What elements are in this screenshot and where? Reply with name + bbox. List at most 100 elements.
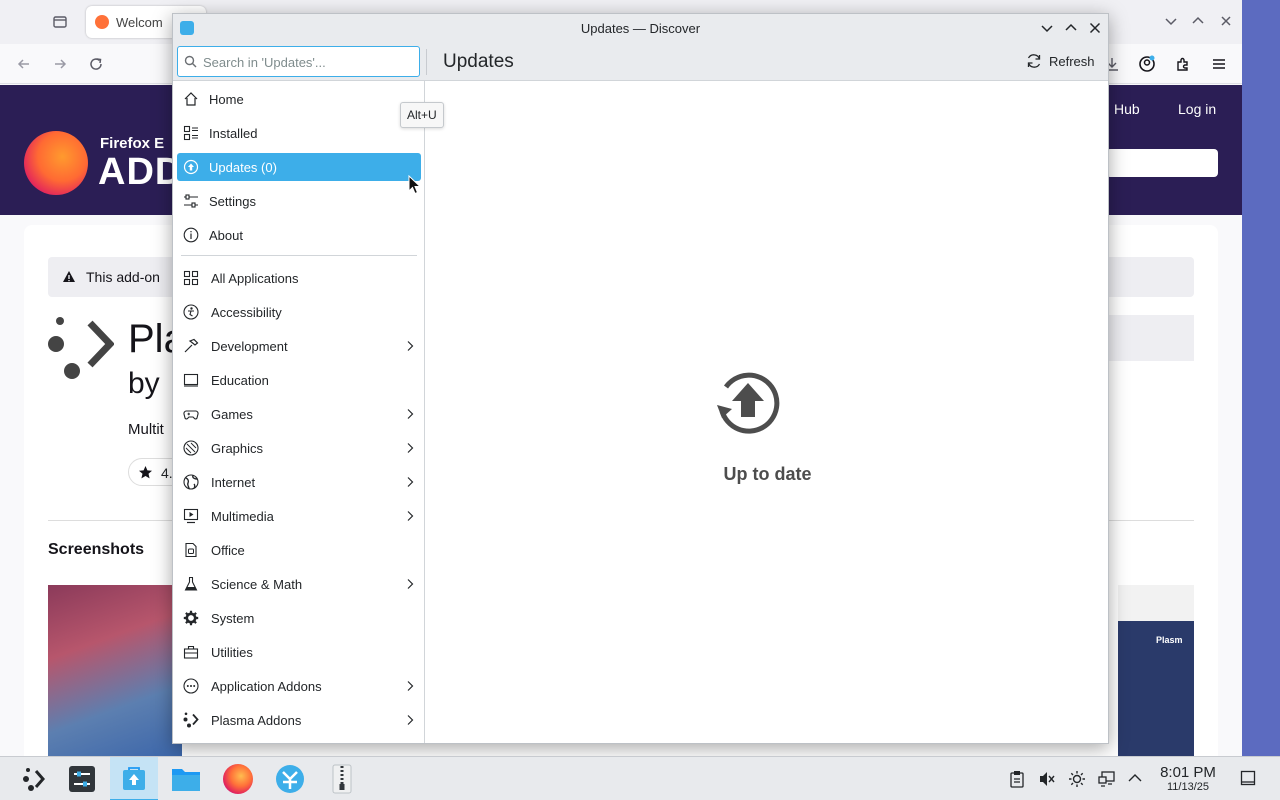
show-desktop-icon[interactable] [1240, 770, 1256, 786]
chevron-right-icon [407, 477, 414, 487]
archive-icon [332, 764, 352, 794]
screenshots-heading: Screenshots [48, 541, 145, 558]
screenshot-thumbnail[interactable]: Plasm [1118, 585, 1194, 756]
sidebar-item-installed[interactable]: Installed [177, 119, 421, 147]
minimize-icon[interactable] [1164, 14, 1178, 28]
sidebar-item-about[interactable]: About [177, 221, 421, 249]
tab-list-icon[interactable] [52, 14, 68, 30]
clipboard-icon[interactable] [1009, 770, 1025, 788]
toolbar: Updates Refresh [173, 43, 1108, 81]
addons-search-input[interactable] [1106, 149, 1218, 177]
reload-icon[interactable] [88, 56, 104, 72]
hub-link[interactable]: Hub [1114, 101, 1140, 117]
sidebar-item-development[interactable]: Development [177, 332, 421, 360]
sidebar-item-games[interactable]: Games [177, 400, 421, 428]
sidebar-item-label: Updates (0) [209, 160, 277, 175]
sidebar-item-label: Accessibility [211, 305, 282, 320]
sidebar-item-label: Graphics [211, 441, 264, 456]
firefox-favicon-icon [95, 15, 109, 29]
application-launcher-button[interactable] [10, 757, 58, 800]
sidebar-item-office[interactable]: Office [177, 536, 421, 564]
gear-icon [183, 610, 199, 626]
updates-content: Up to date [426, 81, 1108, 743]
sidebar-item-label: Utilities [211, 645, 253, 660]
chevron-right-icon [407, 681, 414, 691]
taskbar-app-kde-connect[interactable] [266, 757, 314, 800]
sidebar-item-internet[interactable]: Internet [177, 468, 421, 496]
mouse-cursor-icon [408, 175, 422, 195]
menu-icon[interactable] [1211, 56, 1227, 72]
clock-time[interactable]: 8:01 PM [1153, 764, 1223, 781]
title-bar[interactable]: Updates — Discover [173, 14, 1108, 43]
sidebar-item-multimedia[interactable]: Multimedia [177, 502, 421, 530]
screenshot-caption: Plasm [1156, 635, 1183, 645]
chevron-up-icon[interactable] [1127, 770, 1143, 786]
sidebar-separator [181, 255, 417, 256]
gamepad-icon [183, 410, 199, 420]
sidebar-item-utilities[interactable]: Utilities [177, 638, 421, 666]
volume-muted-icon[interactable] [1038, 770, 1056, 788]
close-icon[interactable] [1087, 20, 1103, 36]
addon-author: by [128, 367, 160, 400]
refresh-button[interactable]: Refresh [1019, 48, 1101, 74]
firefox-icon [223, 764, 253, 794]
sidebar-item-label: Internet [211, 475, 256, 490]
sidebar-item-label: Application Addons [211, 679, 322, 694]
hammer-icon [184, 338, 199, 353]
clock-date[interactable]: 11/13/25 [1153, 781, 1223, 793]
maximize-icon[interactable] [1191, 14, 1205, 28]
system-settings-icon [69, 766, 95, 792]
taskbar-app-discover[interactable] [110, 757, 158, 800]
install-button[interactable] [1108, 315, 1194, 361]
brand-small: Firefox E [100, 135, 165, 152]
screenshot-browser-bar [1118, 585, 1194, 621]
back-icon[interactable] [16, 56, 32, 72]
sidebar-item-home[interactable]: Home [177, 85, 421, 113]
sidebar-item-all-applications[interactable]: All Applications [177, 264, 421, 292]
window-title: Updates — Discover [580, 21, 701, 36]
sidebar-item-label: Installed [209, 126, 258, 141]
maximize-icon[interactable] [1063, 20, 1079, 36]
up-to-date-icon [717, 372, 780, 434]
screenshot-thumbnail[interactable] [48, 585, 182, 756]
discover-icon [123, 767, 145, 790]
network-icon[interactable] [1098, 770, 1116, 788]
sidebar-item-plasma-addons[interactable]: Plasma Addons [177, 706, 421, 734]
plasma-icon [183, 712, 199, 728]
minimize-icon[interactable] [1039, 20, 1055, 36]
close-icon[interactable] [1219, 14, 1233, 28]
taskbar-app-file-manager[interactable] [162, 757, 210, 800]
brightness-icon[interactable] [1068, 770, 1086, 788]
sidebar-item-accessibility[interactable]: Accessibility [177, 298, 421, 326]
taskbar-app-archiver[interactable] [318, 757, 366, 800]
sidebar-item-label: System [211, 611, 255, 626]
updates-icon [183, 159, 199, 175]
forward-icon[interactable] [52, 56, 68, 72]
sidebar-item-settings[interactable]: Settings [177, 187, 421, 215]
accessibility-icon [183, 304, 199, 320]
star-icon [139, 466, 152, 479]
browser-tab-label: Welcom [116, 15, 163, 30]
toolbar-divider [426, 49, 427, 75]
toolbox-icon [183, 645, 199, 659]
sidebar-item-graphics[interactable]: Graphics [177, 434, 421, 462]
sidebar-item-system[interactable]: System [177, 604, 421, 632]
sidebar-item-education[interactable]: Education [177, 366, 421, 394]
chevron-right-icon [407, 511, 414, 521]
sidebar-item-application-addons[interactable]: Application Addons [177, 672, 421, 700]
sidebar-item-updates[interactable]: Updates (0) [177, 153, 421, 181]
sidebar-item-label: Office [211, 543, 245, 558]
grid-icon [183, 270, 199, 286]
sidebar-item-label: All Applications [211, 271, 299, 286]
taskbar-app-firefox[interactable] [214, 757, 262, 800]
sidebar-item-science-math[interactable]: Science & Math [177, 570, 421, 598]
login-link[interactable]: Log in [1178, 101, 1216, 117]
taskbar-app-system-settings[interactable] [58, 757, 106, 800]
globe-icon [183, 474, 199, 490]
search-input[interactable] [203, 53, 413, 71]
palette-icon [183, 440, 199, 456]
account-icon[interactable] [1138, 55, 1156, 73]
search-field[interactable] [177, 46, 420, 77]
extensions-icon[interactable] [1175, 56, 1191, 72]
sidebar: Home Installed Updates (0) Settings Abou… [173, 81, 425, 743]
